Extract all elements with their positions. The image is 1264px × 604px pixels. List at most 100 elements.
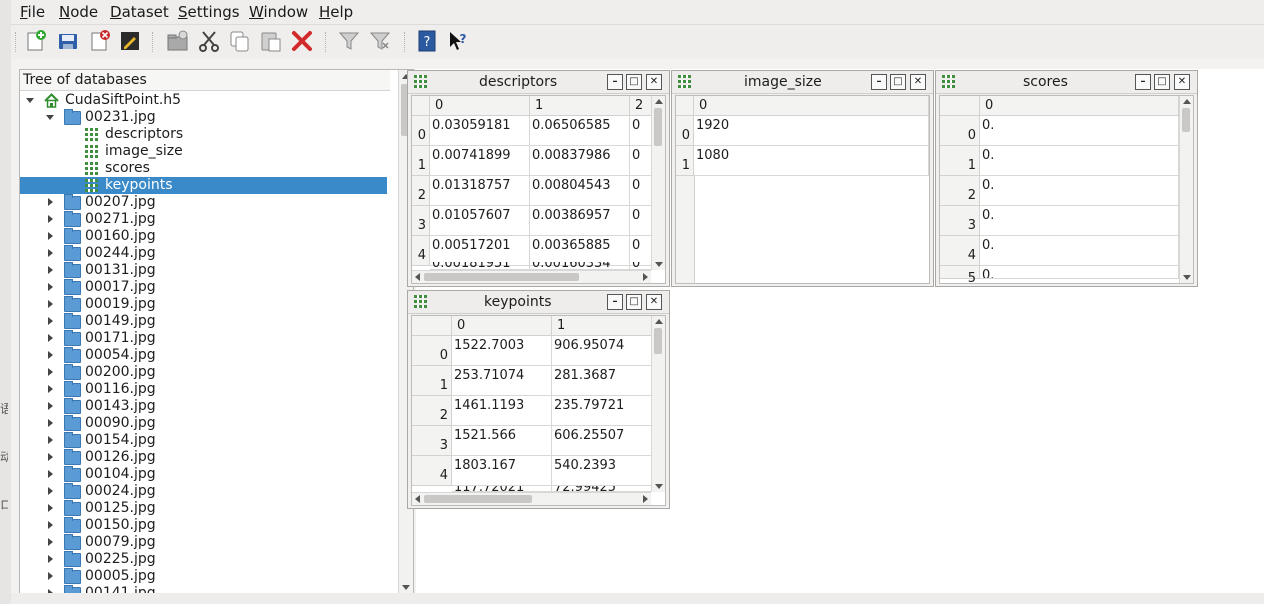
maximize-button[interactable]: □: [626, 74, 642, 90]
delete-icon[interactable]: [290, 29, 314, 53]
expand-arrow-icon[interactable]: [48, 453, 53, 461]
expand-arrow-icon[interactable]: [48, 266, 53, 274]
scroll-up-icon[interactable]: [655, 99, 663, 104]
edit-icon[interactable]: [118, 29, 142, 53]
table-cell[interactable]: 0.: [980, 266, 1179, 279]
new-group-icon[interactable]: [166, 29, 190, 53]
filter-icon[interactable]: [337, 29, 361, 53]
scroll-down-icon[interactable]: [402, 585, 410, 590]
close-button[interactable]: ✕: [646, 294, 662, 310]
expand-arrow-icon[interactable]: [48, 419, 53, 427]
expand-arrow-icon[interactable]: [48, 249, 53, 257]
tree-group-item[interactable]: 00131.jpg: [20, 262, 387, 279]
column-header[interactable]: 1: [530, 96, 630, 116]
scrollbar-thumb[interactable]: [654, 108, 662, 146]
filter-clear-icon[interactable]: [368, 29, 392, 53]
horizontal-scrollbar[interactable]: [412, 270, 651, 283]
scroll-down-icon[interactable]: [1183, 275, 1191, 280]
table-cell[interactable]: 0.00837986: [530, 146, 630, 176]
expand-arrow-icon[interactable]: [48, 436, 53, 444]
expand-arrow-icon[interactable]: [48, 351, 53, 359]
save-icon[interactable]: [56, 29, 80, 53]
tree-group-item[interactable]: 00024.jpg: [20, 483, 387, 500]
table-cell[interactable]: 0.06506585: [530, 116, 630, 146]
expand-arrow-icon[interactable]: [48, 198, 53, 206]
expand-arrow-icon[interactable]: [48, 283, 53, 291]
tree-group-item[interactable]: 00154.jpg: [20, 432, 387, 449]
menu-window[interactable]: Window: [249, 3, 308, 21]
expand-arrow-icon[interactable]: [48, 385, 53, 393]
scroll-left-icon[interactable]: [415, 495, 420, 503]
row-header[interactable]: 4: [412, 456, 452, 486]
expand-arrow-icon[interactable]: [48, 232, 53, 240]
minimize-button[interactable]: –: [607, 74, 623, 90]
minimize-button[interactable]: –: [871, 74, 887, 90]
row-header[interactable]: 2: [412, 396, 452, 426]
table-cell[interactable]: 0.00741899: [430, 146, 530, 176]
tree-dataset-item-selected[interactable]: keypoints: [20, 177, 387, 194]
scroll-right-icon[interactable]: [643, 495, 648, 503]
row-header[interactable]: 2: [940, 176, 980, 206]
table-cell-partial[interactable]: 0.00181951: [430, 262, 530, 270]
scroll-right-icon[interactable]: [643, 273, 648, 281]
table-cell[interactable]: 0.03059181: [430, 116, 530, 146]
tree-group-item[interactable]: 00079.jpg: [20, 534, 387, 551]
row-header[interactable]: 4: [412, 236, 430, 266]
tree-group-item[interactable]: 00126.jpg: [20, 449, 387, 466]
scroll-down-icon[interactable]: [655, 484, 663, 489]
row-header[interactable]: 0: [412, 116, 430, 146]
scrollbar-thumb[interactable]: [1182, 108, 1190, 132]
scrollbar-thumb[interactable]: [424, 495, 532, 503]
minimize-button[interactable]: –: [1135, 74, 1151, 90]
table-cell[interactable]: 1522.7003: [452, 336, 552, 366]
scroll-up-icon[interactable]: [655, 319, 663, 324]
close-button[interactable]: ✕: [910, 74, 926, 90]
column-header[interactable]: 0: [694, 96, 929, 116]
table-cell[interactable]: 1461.1193: [452, 396, 552, 426]
menu-settings[interactable]: Settings: [178, 3, 240, 21]
tree-group-item[interactable]: 00125.jpg: [20, 500, 387, 517]
table-cell[interactable]: 606.25507: [552, 426, 652, 456]
table-cell[interactable]: 540.2393: [552, 456, 652, 486]
tree-dataset-item[interactable]: image_size: [20, 143, 387, 160]
tree-group-item[interactable]: 00054.jpg: [20, 347, 387, 364]
scroll-left-icon[interactable]: [415, 273, 420, 281]
tree-group-item[interactable]: 00116.jpg: [20, 381, 387, 398]
expand-arrow-icon[interactable]: [48, 402, 53, 410]
row-header[interactable]: 1: [940, 146, 980, 176]
tree-root-item[interactable]: CudaSiftPoint.h5: [20, 92, 387, 109]
column-header[interactable]: 0: [980, 96, 1179, 116]
maximize-button[interactable]: □: [626, 294, 642, 310]
vertical-scrollbar[interactable]: [651, 316, 665, 492]
row-header[interactable]: 2: [412, 176, 430, 206]
table-cell[interactable]: 0.01318757: [430, 176, 530, 206]
tree-group-item[interactable]: 00160.jpg: [20, 228, 387, 245]
row-header[interactable]: 0: [412, 336, 452, 366]
row-header[interactable]: 0: [676, 116, 694, 146]
expand-arrow-icon[interactable]: [48, 215, 53, 223]
column-header[interactable]: 0: [452, 316, 552, 336]
table-cell[interactable]: 253.71074: [452, 366, 552, 396]
row-header[interactable]: 3: [412, 426, 452, 456]
whats-this-icon[interactable]: ?: [446, 29, 470, 53]
tree-dataset-item[interactable]: descriptors: [20, 126, 387, 143]
tree-group-item[interactable]: 00244.jpg: [20, 245, 387, 262]
expand-arrow-icon[interactable]: [48, 538, 53, 546]
expand-arrow-icon[interactable]: [48, 300, 53, 308]
vertical-scrollbar[interactable]: [1179, 96, 1193, 283]
tree-group-item[interactable]: 00207.jpg: [20, 194, 387, 211]
table-cell[interactable]: 0.: [980, 116, 1179, 146]
expand-arrow-icon[interactable]: [48, 470, 53, 478]
row-header[interactable]: 1: [412, 146, 430, 176]
horizontal-scrollbar[interactable]: [412, 492, 651, 505]
tree-group-item[interactable]: 00225.jpg: [20, 551, 387, 568]
table-cell[interactable]: 235.79721: [552, 396, 652, 426]
row-header[interactable]: 0: [940, 116, 980, 146]
row-header[interactable]: 3: [412, 206, 430, 236]
row-header[interactable]: 4: [940, 236, 980, 266]
tree-group-item[interactable]: 00090.jpg: [20, 415, 387, 432]
tree-group-item[interactable]: 00271.jpg: [20, 211, 387, 228]
table-cell[interactable]: 281.3687: [552, 366, 652, 396]
table-cell[interactable]: 1803.167: [452, 456, 552, 486]
table-cell[interactable]: 906.95074: [552, 336, 652, 366]
